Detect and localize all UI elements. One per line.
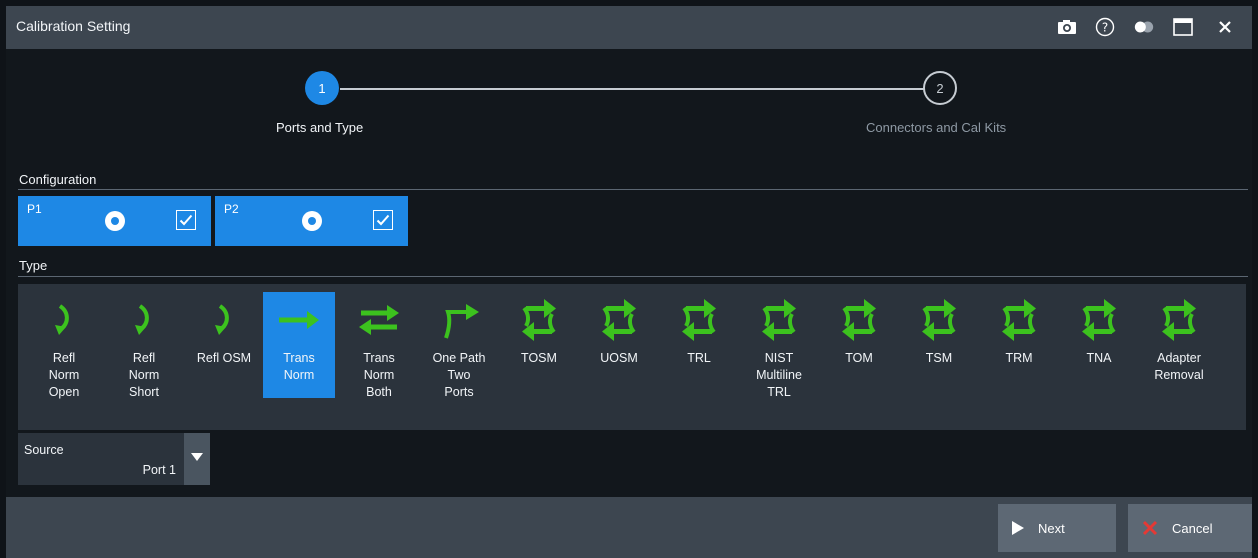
type-option[interactable]: TRL xyxy=(663,292,735,406)
full-two-port-icon xyxy=(903,298,975,342)
cancel-button[interactable]: Cancel xyxy=(1128,504,1252,552)
type-option[interactable]: NIST Multiline TRL xyxy=(743,292,815,406)
reflect-arrow-icon xyxy=(108,298,180,342)
type-option-label: TNA xyxy=(1086,351,1112,365)
source-dropdown-button[interactable] xyxy=(184,433,210,485)
port-p1-label: P1 xyxy=(27,202,42,216)
type-option-label: Refl Norm Open xyxy=(48,351,80,399)
type-option-label: TOSM xyxy=(521,351,557,365)
type-option-label: One Path Two Ports xyxy=(432,351,486,399)
calibration-type-panel: Refl Norm Open Refl Norm Short Refl OSM Tra… xyxy=(18,284,1246,430)
cancel-x-icon xyxy=(1142,520,1158,536)
type-option[interactable]: TRM xyxy=(983,292,1055,406)
next-button[interactable]: Next xyxy=(998,504,1116,552)
type-option[interactable]: TNA xyxy=(1063,292,1135,406)
type-option-label: UOSM xyxy=(600,351,638,365)
source-label: Source xyxy=(24,443,64,457)
full-two-port-icon xyxy=(823,298,895,342)
type-option[interactable]: Adapter Removal xyxy=(1143,292,1215,406)
type-option-label: Refl OSM xyxy=(196,351,252,365)
reflect-arrow-icon xyxy=(28,298,100,342)
wizard-step-2-number: 2 xyxy=(936,80,944,96)
type-option[interactable]: TSM xyxy=(903,292,975,406)
camera-icon[interactable] xyxy=(1056,16,1078,38)
calibration-setting-dialog: Calibration Setting ? 1 2 Ports and Type xyxy=(0,0,1258,558)
wizard-step-1[interactable]: 1 xyxy=(305,71,339,105)
full-two-port-icon xyxy=(743,298,815,342)
full-two-port-icon xyxy=(983,298,1055,342)
type-option-label: TOM xyxy=(845,351,873,365)
close-icon[interactable] xyxy=(1214,16,1236,38)
type-option-label: Refl Norm Short xyxy=(128,351,160,399)
type-option-label: Trans Norm Both xyxy=(363,351,395,399)
port-p1-checkbox[interactable] xyxy=(176,210,196,230)
type-option[interactable]: Refl OSM xyxy=(188,292,260,406)
title-bar: Calibration Setting ? xyxy=(6,6,1252,49)
port-p1-radio[interactable] xyxy=(105,211,125,231)
source-selector[interactable]: Source Port 1 xyxy=(18,433,210,485)
port-tile-p1[interactable]: P1 xyxy=(18,196,211,246)
type-option[interactable]: TOM xyxy=(823,292,895,406)
wizard-step-1-number: 1 xyxy=(318,80,326,96)
type-option[interactable]: TOSM xyxy=(503,292,575,406)
dialog-footer: Next Cancel xyxy=(6,497,1252,558)
port-p2-radio[interactable] xyxy=(302,211,322,231)
maximize-icon[interactable] xyxy=(1172,16,1194,38)
type-option[interactable]: Trans Norm Both xyxy=(343,292,415,406)
type-option[interactable]: Refl Norm Short xyxy=(108,292,180,406)
reflect-arrow-icon xyxy=(188,298,260,342)
configuration-divider xyxy=(18,189,1248,190)
checkmark-icon xyxy=(179,214,193,226)
type-divider xyxy=(18,276,1248,277)
help-icon[interactable]: ? xyxy=(1094,16,1116,38)
type-option-label: Trans Norm xyxy=(283,351,315,382)
bidirectional-arrows-icon xyxy=(343,298,415,342)
next-button-label: Next xyxy=(1038,520,1065,536)
wizard-step-1-label: Ports and Type xyxy=(276,120,364,135)
type-option-label: TRL xyxy=(687,351,711,365)
type-option-label: TSM xyxy=(925,351,953,365)
play-icon xyxy=(1012,521,1024,535)
configuration-heading: Configuration xyxy=(19,172,97,187)
checkmark-icon xyxy=(376,214,390,226)
type-option-label: TRM xyxy=(1005,351,1033,365)
type-option[interactable]: Trans Norm xyxy=(263,292,335,398)
full-two-port-icon xyxy=(1143,298,1215,342)
svg-text:?: ? xyxy=(1102,21,1108,35)
wizard-step-2-label: Connectors and Cal Kits xyxy=(866,120,1007,135)
full-two-port-icon xyxy=(1063,298,1135,342)
source-value: Port 1 xyxy=(142,463,176,477)
wizard-step-2[interactable]: 2 xyxy=(923,71,957,105)
one-path-arrow-icon xyxy=(423,298,495,342)
dialog-title: Calibration Setting xyxy=(16,18,131,34)
toggle-icon[interactable] xyxy=(1133,16,1155,38)
type-option-label: Adapter Removal xyxy=(1154,351,1204,382)
cancel-button-label: Cancel xyxy=(1172,520,1213,536)
type-option[interactable]: Refl Norm Open xyxy=(28,292,100,406)
full-two-port-icon xyxy=(663,298,735,342)
port-p2-checkbox[interactable] xyxy=(373,210,393,230)
type-option-label: NIST Multiline TRL xyxy=(756,351,802,399)
port-tile-p2[interactable]: P2 xyxy=(215,196,408,246)
right-arrow-icon xyxy=(263,298,335,342)
chevron-down-icon xyxy=(191,453,203,461)
type-option[interactable]: One Path Two Ports xyxy=(423,292,495,406)
port-p2-label: P2 xyxy=(224,202,239,216)
wizard-progress-line xyxy=(340,88,924,90)
type-option[interactable]: UOSM xyxy=(583,292,655,406)
full-two-port-icon xyxy=(503,298,575,342)
type-heading: Type xyxy=(19,258,48,273)
full-two-port-icon xyxy=(583,298,655,342)
